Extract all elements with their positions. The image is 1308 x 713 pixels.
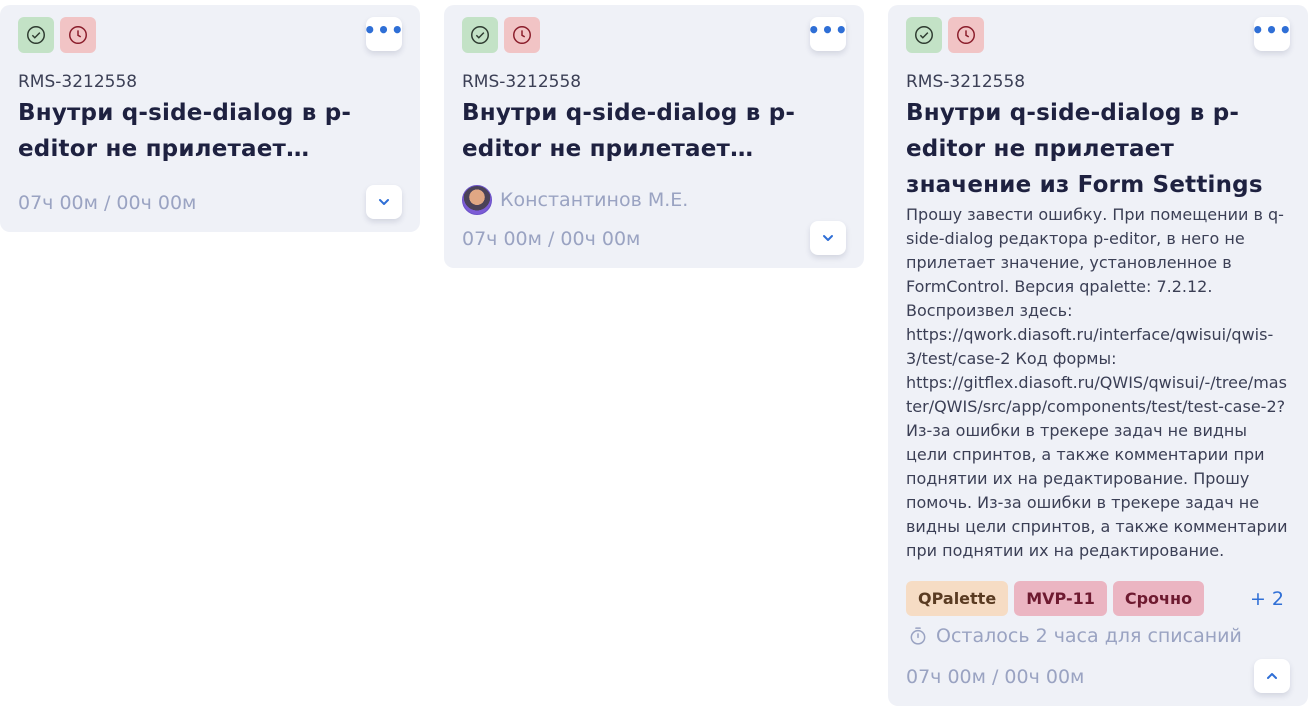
task-id[interactable]: RMS-3212558 (906, 72, 1025, 92)
status-icons (18, 17, 96, 53)
tag-list: QPalette MVP-11 Срочно (906, 581, 1205, 616)
status-icons (906, 17, 984, 53)
stopwatch-icon (910, 627, 926, 645)
task-title[interactable]: Внутри q-side-dialog в p-editor не приле… (18, 95, 402, 167)
tag[interactable]: Срочно (1112, 581, 1205, 616)
task-card-expanded[interactable]: ••• RMS-3212558 Внутри q-side-dialog в p… (888, 5, 1308, 706)
task-id[interactable]: RMS-3212558 (18, 72, 137, 92)
status-icons (462, 17, 540, 53)
clock-icon (60, 17, 96, 53)
deadline-notice: Осталось 2 часа для списаний (908, 625, 1242, 647)
check-circle-icon (462, 17, 498, 53)
more-options-button[interactable]: ••• (1251, 17, 1293, 51)
more-dots-icon: ••• (363, 18, 405, 42)
more-options-button[interactable]: ••• (807, 17, 849, 51)
tag[interactable]: QPalette (906, 581, 1009, 616)
more-dots-icon: ••• (1251, 18, 1293, 42)
check-circle-icon (18, 17, 54, 53)
check-circle-icon (906, 17, 942, 53)
more-options-button[interactable]: ••• (363, 17, 405, 51)
expand-button[interactable] (810, 221, 846, 255)
chevron-down-icon (379, 199, 389, 205)
task-title[interactable]: Внутри q-side-dialog в p-editor не приле… (906, 95, 1290, 203)
task-card[interactable]: ••• RMS-3212558 Внутри q-side-dialog в p… (0, 5, 420, 232)
time-tracked: 07ч 00м / 00ч 00м (18, 192, 197, 214)
task-id[interactable]: RMS-3212558 (462, 72, 581, 92)
chevron-down-icon (823, 235, 833, 241)
tag[interactable]: MVP-11 (1014, 581, 1107, 616)
task-title[interactable]: Внутри q-side-dialog в p-editor не приле… (462, 95, 846, 167)
more-dots-icon: ••• (807, 18, 849, 42)
time-tracked: 07ч 00м / 00ч 00м (906, 666, 1085, 688)
more-tags-link[interactable]: + 2 (1250, 588, 1284, 610)
task-card[interactable]: ••• RMS-3212558 Внутри q-side-dialog в p… (444, 5, 864, 268)
collapse-button[interactable] (1254, 659, 1290, 693)
clock-icon (504, 17, 540, 53)
assignee[interactable]: Константинов М.Е. (462, 185, 688, 215)
deadline-text: Осталось 2 часа для списаний (936, 625, 1242, 647)
task-description: Прошу завести ошибку. При помещении в q-… (906, 205, 1288, 560)
clock-icon (948, 17, 984, 53)
avatar (462, 185, 492, 215)
time-tracked: 07ч 00м / 00ч 00м (462, 228, 641, 250)
chevron-up-icon (1267, 673, 1277, 679)
expand-button[interactable] (366, 185, 402, 219)
assignee-name: Константинов М.Е. (500, 189, 689, 211)
